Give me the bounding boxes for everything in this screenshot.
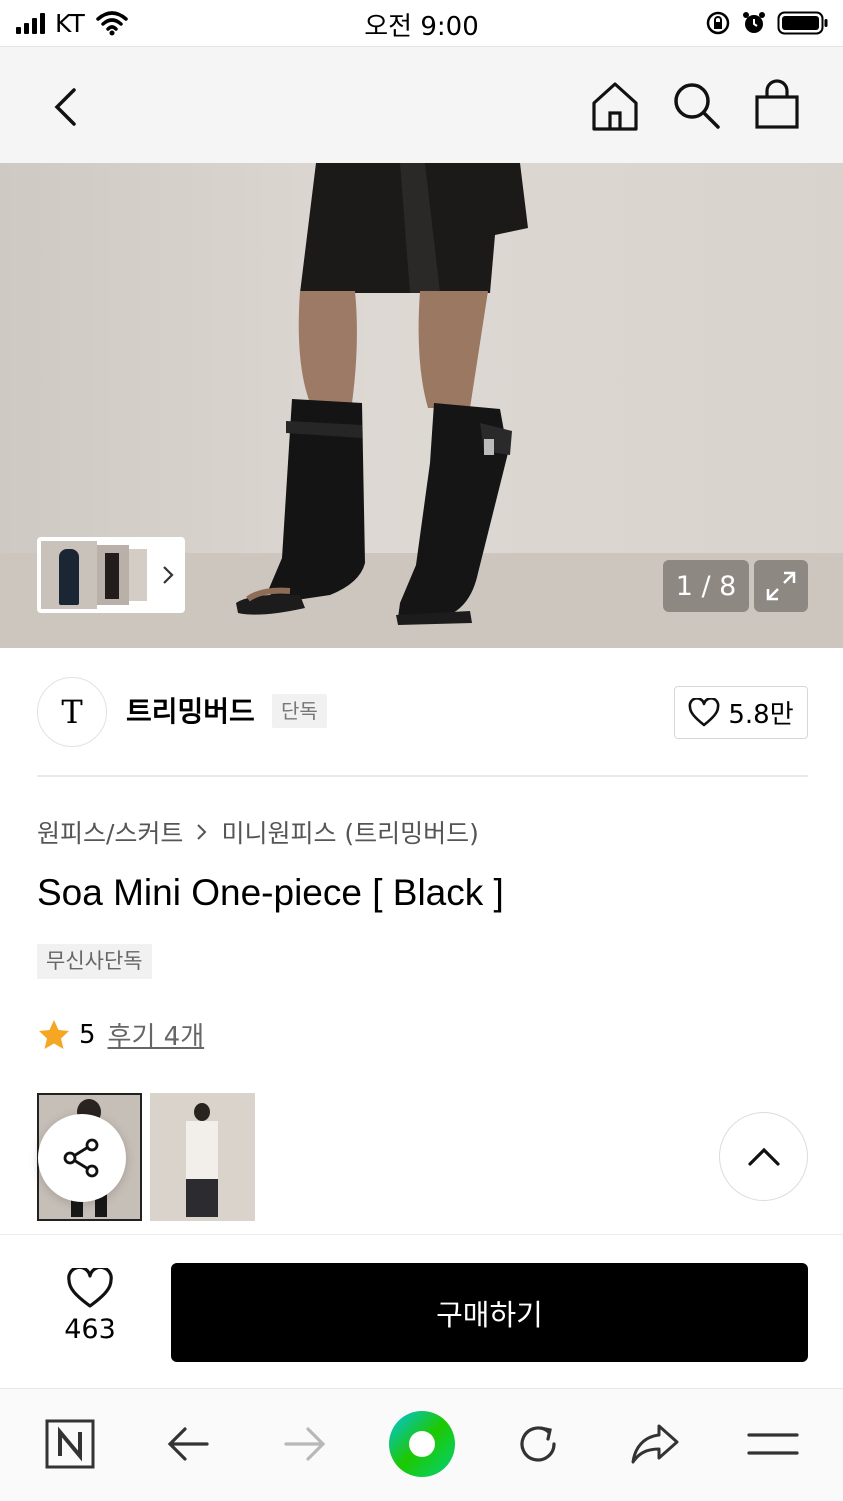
shopping-bag-icon (755, 79, 799, 129)
menu-icon (747, 1433, 799, 1455)
exclusive-badge: 무신사단독 (37, 944, 152, 979)
chevron-left-icon (54, 88, 76, 126)
refresh-button[interactable] (498, 1400, 578, 1488)
heart-icon (688, 697, 720, 726)
thumbnail-strip[interactable] (37, 537, 185, 613)
refresh-icon (520, 1426, 556, 1462)
brand-exclusive-tag: 단독 (272, 694, 327, 728)
search-icon (674, 83, 720, 129)
naver-n-icon (45, 1419, 95, 1469)
star-icon (39, 1019, 69, 1049)
brand-like-count: 5.8만 (728, 700, 794, 730)
top-nav (0, 46, 843, 164)
breadcrumb-subcategory[interactable]: 미니원피스 (트리밍버드) (221, 814, 478, 850)
product-image[interactable]: 1 / 8 (0, 163, 843, 648)
divider (37, 775, 808, 777)
expand-button[interactable] (754, 560, 808, 612)
status-right (705, 8, 829, 38)
buy-button[interactable]: 구매하기 (171, 1263, 808, 1362)
forward-share-icon (631, 1424, 679, 1464)
brand-name[interactable]: 트리밍버드 (126, 690, 255, 730)
breadcrumb-category[interactable]: 원피스/스커트 (37, 814, 183, 850)
rating-row: 5 후기 4개 (37, 1016, 204, 1053)
image-counter: 1 / 8 (663, 560, 749, 612)
scroll-to-top-button[interactable] (719, 1112, 808, 1201)
arrow-left-icon (167, 1427, 209, 1461)
arrow-right-icon (284, 1427, 326, 1461)
breadcrumb: 원피스/스커트 미니원피스 (트리밍버드) (37, 814, 479, 850)
product-like-count: 463 (64, 1314, 116, 1345)
thumbnail-3 (129, 549, 147, 601)
product-title: Soa Mini One-piece [ Black ] (37, 872, 504, 913)
rotation-lock-icon (706, 11, 730, 35)
rating-value: 5 (79, 1019, 96, 1050)
home-icon (592, 82, 638, 131)
brand-logo-letter: T (61, 693, 83, 731)
battery-icon (777, 11, 828, 35)
product-like-button[interactable]: 463 (44, 1268, 136, 1345)
thumbnail-1 (41, 541, 97, 609)
share-icon (63, 1138, 99, 1178)
home-button[interactable] (588, 79, 642, 133)
naver-home-button[interactable] (30, 1400, 110, 1488)
browser-back-button[interactable] (148, 1400, 228, 1488)
back-button[interactable] (40, 82, 90, 132)
reviews-link[interactable]: 후기 4개 (108, 1016, 205, 1053)
heart-icon (67, 1268, 113, 1308)
expand-icon (766, 571, 796, 601)
related-thumbnail-2[interactable] (150, 1093, 255, 1221)
green-dot-icon (389, 1411, 455, 1477)
green-dot-button[interactable] (382, 1400, 462, 1488)
thumbnail-2 (97, 545, 129, 605)
chevron-right-icon (197, 824, 207, 840)
chevron-right-icon (163, 566, 174, 584)
browser-share-button[interactable] (615, 1400, 695, 1488)
brand-like-button[interactable]: 5.8만 (674, 686, 808, 739)
cart-button[interactable] (750, 79, 804, 133)
alarm-icon (743, 12, 765, 33)
browser-menu-button[interactable] (733, 1400, 813, 1488)
brand-logo[interactable]: T (37, 677, 107, 747)
search-button[interactable] (670, 79, 724, 133)
status-bar: KT 오전 9:00 (0, 0, 843, 46)
browser-forward-button[interactable] (265, 1400, 345, 1488)
chevron-up-icon (747, 1147, 780, 1166)
share-button[interactable] (38, 1114, 126, 1202)
